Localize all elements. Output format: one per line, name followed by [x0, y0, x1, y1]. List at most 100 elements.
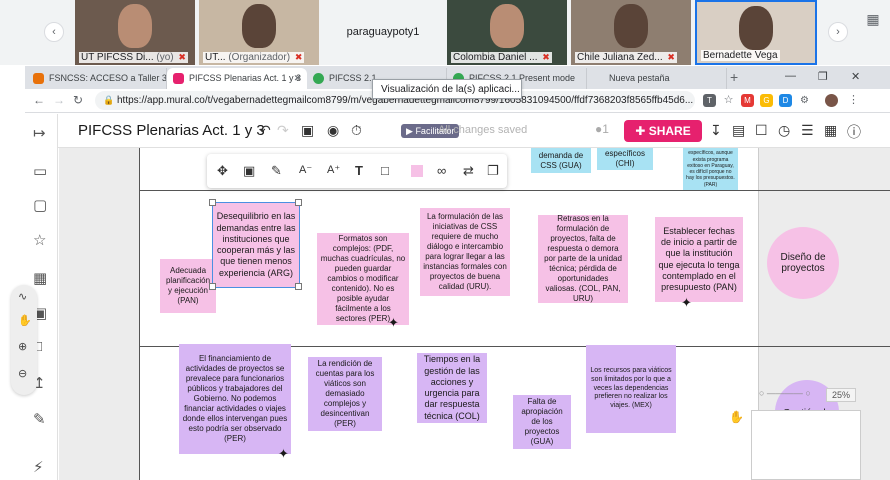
- text-icon[interactable]: T: [355, 163, 363, 178]
- lock-icon: 🔒: [103, 95, 115, 105]
- outline-icon[interactable]: ▣: [301, 122, 314, 139]
- private-mode-icon[interactable]: ◉: [327, 122, 339, 139]
- sticky-note[interactable]: específicos (CHI): [597, 148, 653, 170]
- participant-name: Chile Juliana Zed...: [577, 52, 663, 63]
- participant-tile[interactable]: Chile Juliana Zed... ✖: [571, 0, 691, 65]
- close-tab-icon[interactable]: ✕: [293, 73, 301, 84]
- add-user-icon: ✚: [635, 124, 646, 138]
- back-icon[interactable]: ←: [33, 93, 45, 107]
- timer-icon[interactable]: ⏱: [351, 122, 362, 139]
- grid-icon[interactable]: ▦: [824, 122, 837, 139]
- template-icon[interactable]: ▢: [33, 196, 47, 214]
- sticky-note-icon[interactable]: ▭: [33, 162, 47, 180]
- hand-tool-icon[interactable]: ✋: [18, 314, 32, 327]
- lightning-icon[interactable]: ⚡: [33, 458, 44, 476]
- extensions-puzzle-icon[interactable]: ⚙: [798, 94, 811, 107]
- mural-canvas[interactable]: demanda de CSS (GUA) específicos (CHI) e…: [59, 148, 890, 480]
- tab-pifcss-plenarias[interactable]: PIFCSS Plenarias Act. 1 y 3 ✕: [167, 68, 307, 89]
- sticky-note[interactable]: específicos, aunque exista programa exit…: [683, 148, 738, 190]
- sticky-note[interactable]: demanda de CSS (GUA): [531, 148, 591, 173]
- resize-handle[interactable]: [209, 283, 216, 290]
- tab-label: Nueva pestaña: [609, 73, 670, 83]
- list-icon[interactable]: ☰: [801, 122, 814, 139]
- undo-icon[interactable]: ↶: [259, 122, 271, 139]
- resize-handle[interactable]: [295, 283, 302, 290]
- voting-star-icon: ✦: [681, 295, 692, 310]
- activity-icon[interactable]: ▤: [732, 122, 745, 139]
- sticky-note[interactable]: Tiempos en la gestión de las acciones y …: [417, 353, 487, 423]
- collaborators-icon[interactable]: ●1: [595, 122, 609, 136]
- category-circle[interactable]: Diseño de proyectos: [767, 227, 839, 299]
- comments-icon[interactable]: ☐: [755, 122, 768, 139]
- swap-icon[interactable]: ⇄: [463, 163, 474, 179]
- floating-toolbar: ✥ ▣ ✎ A⁻ A⁺ T □ ∞ ⇄ ❐: [207, 154, 507, 188]
- sticky-note[interactable]: La rendición de cuentas para los viático…: [308, 357, 382, 431]
- tab-fsncss[interactable]: FSNCSS: ACCESO a Taller 3(: [27, 68, 167, 89]
- mural-title[interactable]: PIFCSS Plenarias Act. 1 y 3: [78, 122, 265, 139]
- font-decrease-icon[interactable]: A⁻: [299, 163, 312, 176]
- font-increase-icon[interactable]: A⁺: [327, 163, 340, 176]
- participant-tile[interactable]: Colombia Daniel ... ✖: [447, 0, 567, 65]
- icons-star-icon[interactable]: ☆: [33, 231, 46, 249]
- sticky-note[interactable]: Los recursos para viáticos son limitados…: [586, 345, 676, 433]
- participant-tile[interactable]: UT... (Organizador) ✖: [199, 0, 319, 65]
- sticky-note[interactable]: El financiamiento de actividades de proy…: [179, 344, 291, 454]
- reload-icon[interactable]: ↻: [73, 93, 83, 107]
- pen-icon[interactable]: ✎: [271, 163, 282, 179]
- zoom-level[interactable]: 25%: [826, 388, 856, 402]
- draw-icon[interactable]: ✎: [33, 410, 46, 428]
- frameworks-icon[interactable]: ▦: [33, 269, 47, 287]
- extension-icon[interactable]: D: [779, 94, 792, 107]
- close-window-icon[interactable]: ✕: [851, 70, 860, 83]
- help-icon[interactable]: ⓘ: [847, 122, 861, 142]
- draw-tool-icon[interactable]: ∿: [18, 290, 27, 303]
- sticky-note-selected[interactable]: Desequilibrio en las demandas entre las …: [212, 202, 300, 288]
- sticky-note[interactable]: Falta de apropiación de los proyectos (G…: [513, 395, 571, 449]
- sticky-note[interactable]: La formulación de las iniciativas de CSS…: [420, 208, 510, 296]
- mural-header: ⇤ PIFCSS Plenarias Act. 1 y 3 ↶ ↷ ▣ ◉ ⏱ …: [25, 114, 890, 148]
- mic-muted-icon: ✖: [542, 52, 550, 62]
- resize-handle[interactable]: [209, 199, 216, 206]
- move-icon[interactable]: ✥: [217, 163, 228, 179]
- color-icon[interactable]: [411, 165, 423, 177]
- participant-tile[interactable]: paraguaypoty1: [323, 0, 443, 65]
- sticky-note[interactable]: Retrasos en la formulación de proyectos,…: [538, 214, 628, 303]
- share-button[interactable]: ✚ SHARE: [624, 120, 702, 142]
- extension-icon[interactable]: G: [760, 94, 773, 107]
- duplicate-icon[interactable]: ❐: [487, 163, 499, 179]
- profile-avatar[interactable]: [825, 94, 838, 107]
- more-menu-icon[interactable]: ⋮: [847, 94, 860, 107]
- chevron-left-icon[interactable]: ‹: [44, 22, 64, 42]
- bookmark-star-icon[interactable]: ☆: [722, 94, 735, 107]
- zoom-in-icon[interactable]: ⊕: [18, 340, 27, 353]
- sticky-note[interactable]: Adecuada planificación y ejecución (PAN): [160, 259, 216, 313]
- maximize-icon[interactable]: ❐: [818, 70, 828, 83]
- voting-star-icon: ✦: [388, 315, 399, 330]
- export-icon[interactable]: ↧: [710, 122, 722, 139]
- sign-in-icon[interactable]: ↦: [33, 124, 46, 142]
- sheets-favicon-icon: [313, 73, 324, 84]
- new-tab-button[interactable]: +: [730, 69, 738, 85]
- extension-icon[interactable]: M: [741, 94, 754, 107]
- sticky-note[interactable]: Formatos son complejos: (PDF, muchas cua…: [317, 233, 409, 325]
- summary-icon[interactable]: ◷: [778, 122, 790, 139]
- translate-icon[interactable]: T: [703, 94, 716, 107]
- tab-nueva-pestana[interactable]: Nueva pestaña: [587, 68, 727, 89]
- sticky-note[interactable]: Establecer fechas de inicio a partir de …: [655, 217, 743, 302]
- shape-icon[interactable]: □: [381, 163, 389, 178]
- link-icon[interactable]: ∞: [437, 163, 446, 178]
- resize-handle[interactable]: [295, 199, 302, 206]
- redo-icon[interactable]: ↷: [277, 122, 289, 139]
- gallery-grid-icon[interactable]: ▦: [864, 10, 882, 28]
- chevron-right-icon[interactable]: ›: [828, 22, 848, 42]
- voting-star-icon: ✦: [278, 446, 289, 461]
- minimize-icon[interactable]: —: [785, 70, 796, 82]
- minimap[interactable]: [751, 410, 861, 480]
- participant-tile[interactable]: UT PIFCSS Di... (yo) ✖: [75, 0, 195, 65]
- zoom-out-icon[interactable]: ⊖: [18, 367, 27, 380]
- participant-role: (yo): [156, 52, 174, 63]
- forward-icon[interactable]: →: [53, 93, 65, 107]
- hand-icon[interactable]: ✋: [729, 410, 744, 424]
- participant-tile-active[interactable]: Bernadette Vega: [695, 0, 817, 65]
- focus-icon[interactable]: ▣: [243, 163, 255, 179]
